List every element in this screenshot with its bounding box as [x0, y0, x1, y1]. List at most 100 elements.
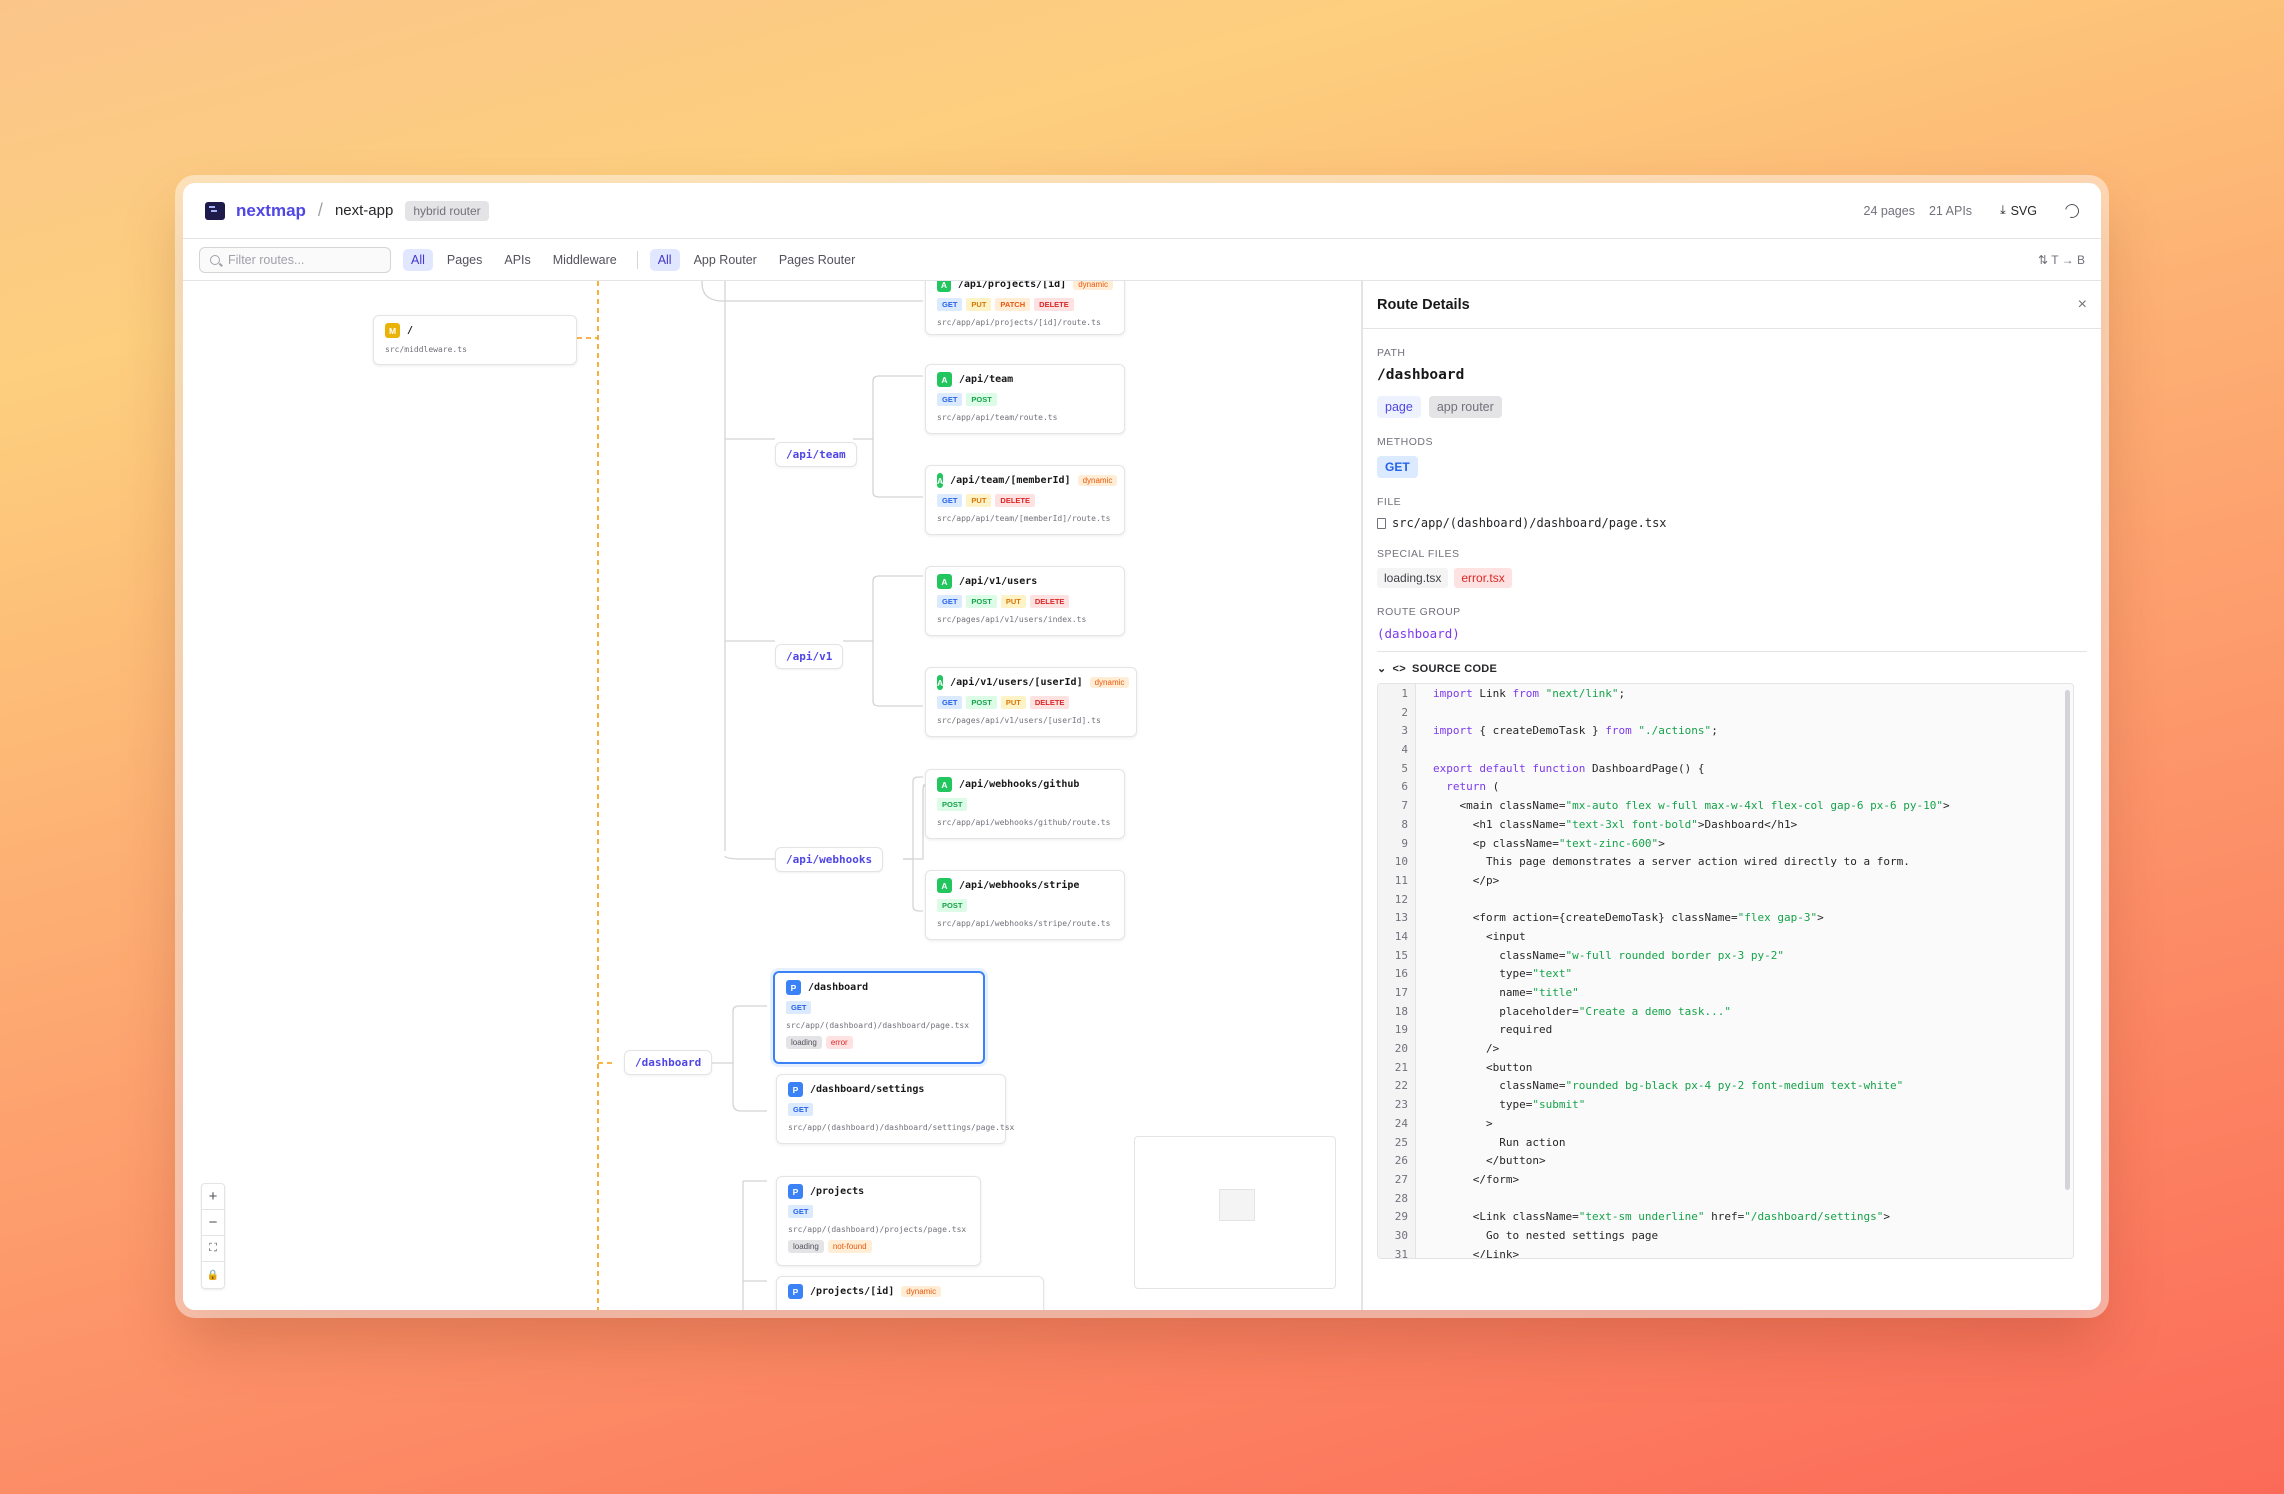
sort-icon: ⇅: [2038, 252, 2052, 267]
minimap-viewport[interactable]: [1219, 1189, 1255, 1221]
route-graph-canvas[interactable]: M / src/middleware.ts A /api/projects/[i…: [183, 281, 1361, 1310]
route-node-api-team[interactable]: A /api/team GET POST src/app/api/team/ro…: [925, 364, 1125, 434]
error-badge: error: [825, 1036, 853, 1049]
code-line: 30 Go to nested settings page: [1378, 1227, 2073, 1246]
code-line: 26 </button>: [1378, 1152, 2073, 1171]
route-node-api-webhooks-github[interactable]: A /api/webhooks/github POST src/app/api/…: [925, 769, 1125, 839]
route-node-api-projects-id[interactable]: A /api/projects/[id] dynamic GET PUT PAT…: [925, 281, 1125, 335]
code-line: 21 <button: [1378, 1059, 2073, 1078]
node-path: /api/webhooks/github: [959, 779, 1080, 790]
code-line: 2: [1378, 704, 2073, 723]
zoom-out-icon[interactable]: −: [202, 1210, 224, 1236]
line-text: name="title": [1433, 986, 1579, 999]
method-badge: DELETE: [995, 494, 1036, 507]
filter-type-all[interactable]: All: [403, 248, 433, 271]
line-text: [1408, 741, 1433, 760]
node-path: /api/v1/users: [959, 576, 1038, 587]
node-file: src/app/api/webhooks/stripe/route.ts: [937, 919, 1111, 928]
methods-label: METHODS: [1377, 436, 1433, 448]
code-line: 19 required: [1378, 1021, 2073, 1040]
route-node-dashboard-settings[interactable]: P /dashboard/settings GET src/app/(dashb…: [776, 1074, 1015, 1144]
layout-direction-toggle[interactable]: ⇅ T → B: [2038, 253, 2085, 267]
line-number: 29: [1394, 1210, 1408, 1224]
route-node-projects-id[interactable]: P /projects/[id] dynamic: [776, 1276, 1044, 1310]
special-file-error[interactable]: error.tsx: [1454, 568, 1512, 588]
middleware-node[interactable]: M / src/middleware.ts: [373, 315, 577, 365]
fit-view-icon[interactable]: ⛶: [202, 1236, 224, 1262]
special-file-loading[interactable]: loading.tsx: [1377, 568, 1449, 588]
node-file: src/app/api/webhooks/github/route.ts: [937, 818, 1111, 827]
dynamic-badge: dynamic: [1089, 677, 1130, 688]
line-text: </Link>: [1433, 1247, 1520, 1259]
line-text: <h1 className="text-3xl font-bold">Dashb…: [1433, 817, 1798, 831]
panel-header: Route Details ×: [1363, 281, 2101, 329]
panel-body: PATH /dashboard page app router METHODS …: [1363, 347, 2101, 1259]
route-filter-input[interactable]: Filter routes...: [199, 246, 391, 273]
method-list: GET: [788, 1205, 969, 1218]
line-number: 24: [1394, 1116, 1408, 1130]
group-node-dashboard[interactable]: /dashboard: [624, 1050, 713, 1075]
page-type-icon: P: [786, 980, 801, 995]
code-line: 11 </p>: [1378, 872, 2073, 891]
route-node-projects[interactable]: P /projects GET src/app/(dashboard)/proj…: [776, 1176, 981, 1266]
line-number: 2: [1401, 705, 1408, 719]
route-node-api-v1-users[interactable]: A /api/v1/users GET POST PUT DELETE src/…: [925, 566, 1125, 636]
route-details-panel: Route Details × PATH /dashboard page app…: [1361, 281, 2101, 1310]
node-file: src/app/(dashboard)/dashboard/settings/p…: [788, 1123, 1015, 1132]
group-node-api-webhooks[interactable]: /api/webhooks: [775, 847, 884, 872]
dynamic-badge: dynamic: [901, 1286, 942, 1297]
apis-count: 21 APIs: [1928, 203, 1973, 218]
group-node-api-v1[interactable]: /api/v1: [775, 644, 844, 669]
line-text: </button>: [1433, 1154, 1546, 1168]
file-icon: [1377, 517, 1386, 529]
code-line: 14 <input: [1378, 928, 2073, 947]
lock-icon[interactable]: 🔒: [202, 1262, 224, 1288]
code-line: 25 Run action: [1378, 1134, 2073, 1153]
line-number: 31: [1394, 1247, 1408, 1259]
node-path: /: [407, 325, 414, 336]
line-number: 26: [1394, 1154, 1408, 1168]
theme-toggle-moon-icon[interactable]: [2062, 200, 2082, 221]
zoom-in-icon[interactable]: +: [202, 1184, 224, 1210]
source-code-toggle[interactable]: ⌄ <> SOURCE CODE: [1377, 662, 2087, 676]
loading-badge: loading: [786, 1036, 822, 1049]
path-label: PATH: [1377, 347, 1406, 359]
filter-type-apis[interactable]: APIs: [496, 249, 538, 271]
route-node-dashboard-selected[interactable]: P /dashboard GET src/app/(dashboard)/das…: [773, 971, 985, 1064]
chevron-down-icon: ⌄: [1377, 663, 1387, 675]
method-badge: GET: [937, 298, 963, 311]
code-line: 12: [1378, 891, 2073, 910]
line-text: className="rounded bg-black px-4 py-2 fo…: [1433, 1079, 1904, 1093]
line-text: <p className="text-zinc-600">: [1433, 836, 1665, 850]
filter-type-middleware[interactable]: Middleware: [545, 249, 625, 271]
method-badge: POST: [966, 595, 997, 608]
minimap[interactable]: [1134, 1136, 1336, 1289]
source-code-viewer[interactable]: 1 import Link from "next/link"; 2 3 import {…: [1377, 683, 2074, 1259]
group-node-api-team[interactable]: /api/team: [775, 442, 857, 467]
route-filter-placeholder: Filter routes...: [228, 252, 305, 267]
filter-router-all[interactable]: All: [649, 248, 680, 271]
node-header: A /api/v1/users/[userId] dynamic: [937, 675, 1130, 690]
node-header: A /api/webhooks/stripe: [937, 878, 1113, 893]
line-number: 4: [1401, 743, 1408, 757]
close-icon[interactable]: ×: [2078, 296, 2087, 314]
code-line: 27 </form>: [1378, 1171, 2073, 1190]
method-badge: GET: [788, 1103, 814, 1116]
code-line: 23 type="submit": [1378, 1096, 2073, 1115]
line-text: <button: [1433, 1060, 1533, 1074]
export-svg-button[interactable]: ⤓ SVG: [2000, 203, 2037, 218]
brand-name[interactable]: nextmap: [236, 201, 306, 221]
node-path: /projects: [810, 1186, 865, 1197]
file-path[interactable]: src/app/(dashboard)/dashboard/page.tsx: [1377, 516, 2087, 530]
route-node-api-v1-users-userid[interactable]: A /api/v1/users/[userId] dynamic GET POS…: [925, 667, 1137, 737]
code-line: 7 <main className="mx-auto flex w-full m…: [1378, 797, 2073, 816]
line-text: import Link from "next/link";: [1433, 687, 1626, 700]
filter-router-app[interactable]: App Router: [686, 249, 765, 271]
filter-router-pages[interactable]: Pages Router: [771, 249, 863, 271]
route-node-api-team-memberid[interactable]: A /api/team/[memberId] dynamic GET PUT D…: [925, 465, 1125, 535]
code-line: 28: [1378, 1190, 2073, 1209]
method-list: GET POST PUT DELETE: [937, 696, 1125, 709]
route-node-api-webhooks-stripe[interactable]: A /api/webhooks/stripe POST src/app/api/…: [925, 870, 1125, 940]
filter-type-pages[interactable]: Pages: [439, 249, 490, 271]
node-path: /api/webhooks/stripe: [959, 880, 1080, 891]
